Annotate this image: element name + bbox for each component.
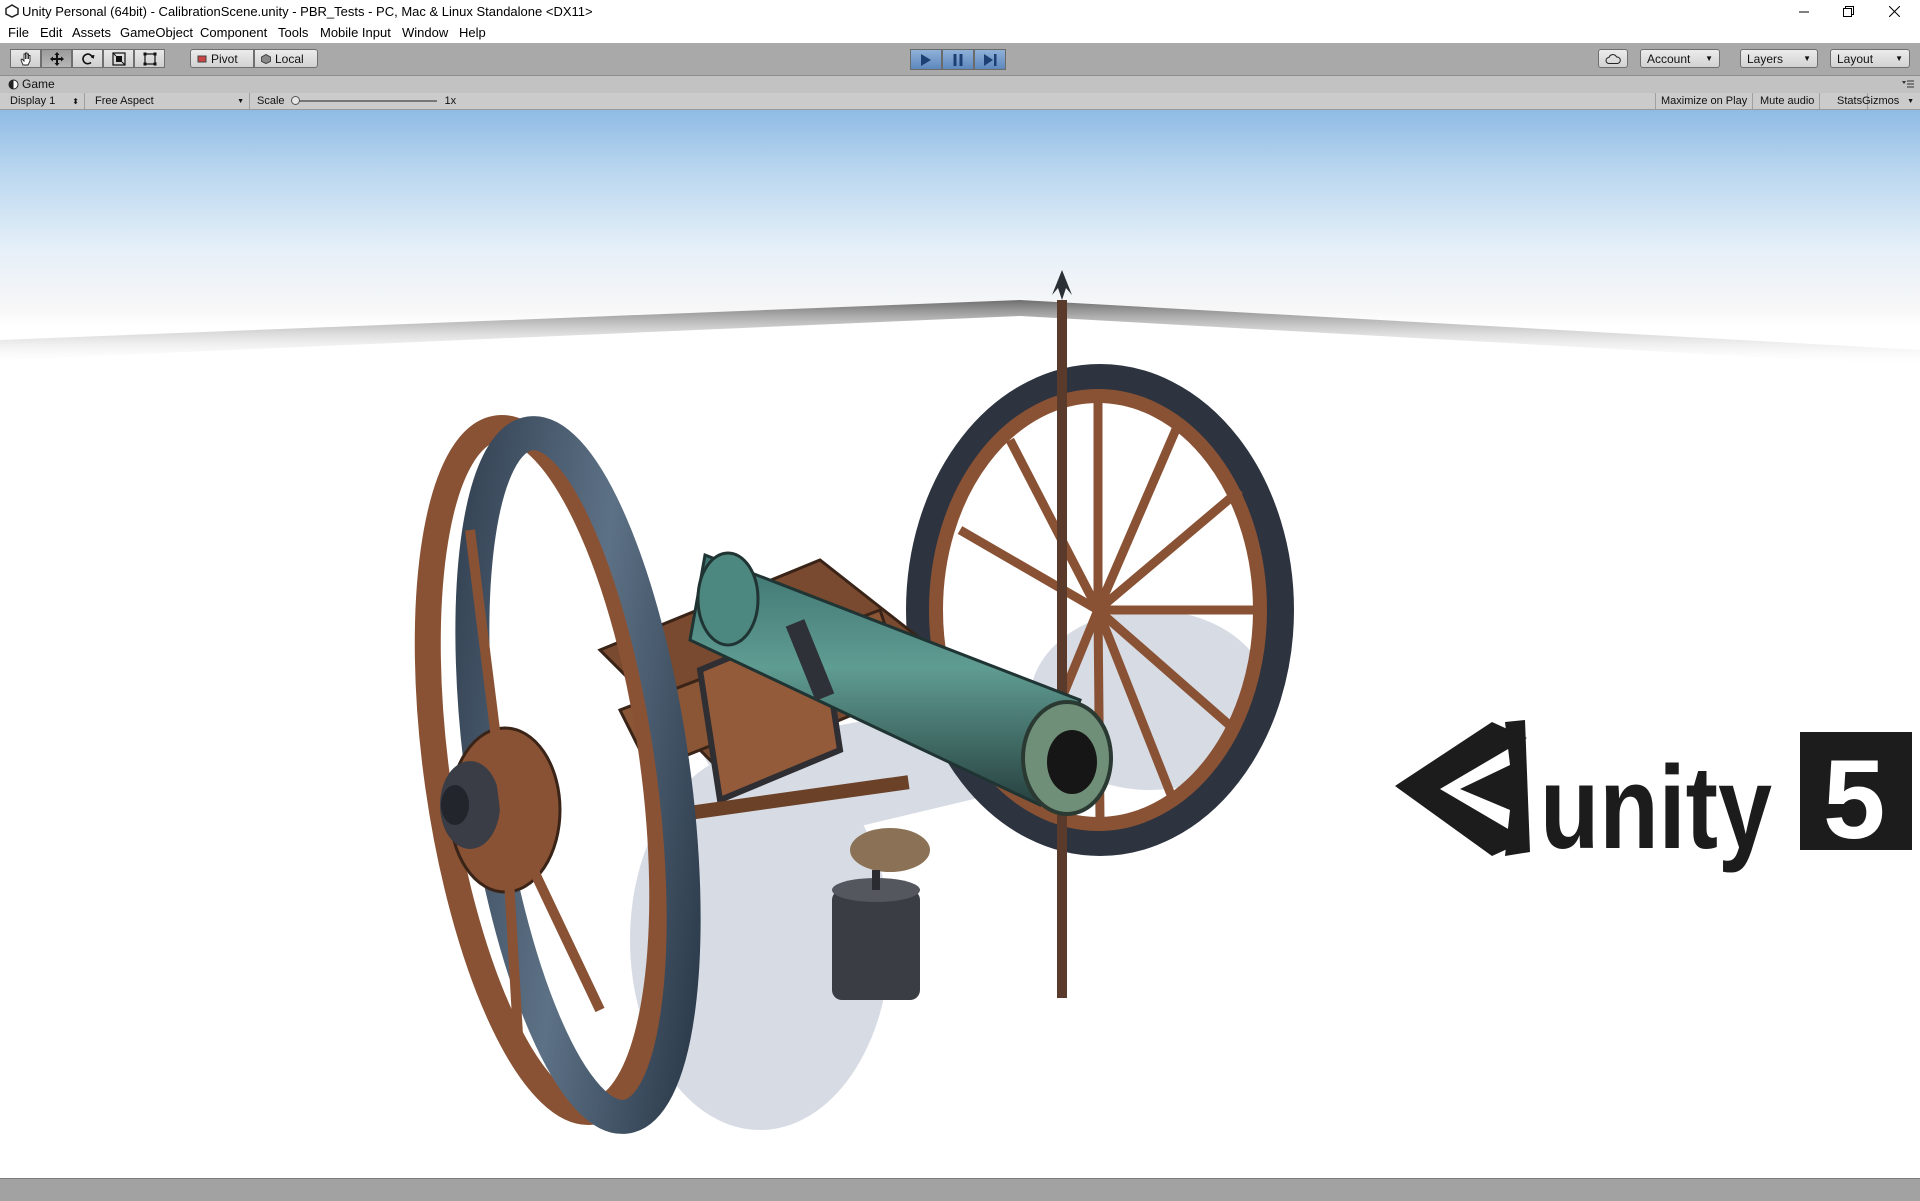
pivot-label: Pivot bbox=[211, 51, 238, 66]
menu-gameobject[interactable]: GameObject bbox=[120, 25, 193, 40]
local-label: Local bbox=[275, 51, 304, 66]
game-view-controls: Display 1 ⬍ Free Aspect ▼ Scale 1x Maxim… bbox=[0, 93, 1920, 110]
hand-icon bbox=[19, 52, 30, 65]
account-dropdown[interactable]: Account ▼ bbox=[1640, 49, 1720, 68]
unity-app-icon bbox=[5, 4, 19, 18]
chevron-down-icon: ▼ bbox=[237, 97, 244, 105]
pause-button[interactable] bbox=[942, 49, 974, 70]
close-icon bbox=[1888, 5, 1900, 17]
aspect-dropdown[interactable]: Free Aspect ▼ bbox=[90, 93, 250, 109]
chevron-down-icon: ▼ bbox=[1907, 97, 1914, 105]
logo-word: unity bbox=[1540, 742, 1772, 874]
step-button[interactable] bbox=[974, 49, 1006, 70]
status-bar bbox=[0, 1178, 1920, 1201]
aspect-label: Free Aspect bbox=[95, 95, 154, 107]
layers-dropdown[interactable]: Layers ▼ bbox=[1740, 49, 1818, 68]
play-button[interactable] bbox=[910, 49, 942, 70]
menu-file[interactable]: File bbox=[8, 25, 29, 40]
layout-label: Layout bbox=[1837, 51, 1874, 66]
game-view-icon bbox=[8, 79, 19, 90]
minimize-icon bbox=[1799, 11, 1809, 13]
rotate-tool-button[interactable] bbox=[72, 49, 103, 68]
gizmos-label: Gizmos bbox=[1862, 95, 1900, 107]
menu-component[interactable]: Component bbox=[200, 25, 267, 40]
gizmos-dropdown[interactable]: Gizmos ▼ bbox=[1857, 93, 1919, 109]
menu-bar: File Edit Assets GameObject Component To… bbox=[0, 22, 1920, 43]
layers-label: Layers bbox=[1747, 51, 1784, 66]
chevron-down-icon: ▼ bbox=[1803, 54, 1811, 63]
tab-menu-icon[interactable] bbox=[1902, 80, 1914, 89]
main-toolbar: Pivot Local Account ▼ Layers ▼ Layout ▼ bbox=[0, 43, 1920, 76]
layout-dropdown[interactable]: Layout ▼ bbox=[1830, 49, 1910, 68]
scale-control: Scale 1x bbox=[252, 93, 462, 109]
menu-tools[interactable]: Tools bbox=[278, 25, 308, 40]
close-button[interactable] bbox=[1872, 0, 1916, 22]
step-icon bbox=[983, 53, 996, 66]
window-titlebar: Unity Personal (64bit) - CalibrationScen… bbox=[0, 0, 1920, 22]
rect-tool-icon bbox=[143, 52, 156, 65]
maximize-on-play-toggle[interactable]: Maximize on Play bbox=[1655, 93, 1754, 109]
menu-mobile-input[interactable]: Mobile Input bbox=[320, 25, 391, 40]
menu-assets[interactable]: Assets bbox=[72, 25, 111, 40]
mute-audio-toggle[interactable]: Mute audio bbox=[1755, 93, 1821, 109]
window-title: Unity Personal (64bit) - CalibrationScen… bbox=[22, 4, 593, 19]
updown-icon: ⬍ bbox=[72, 96, 79, 106]
move-tool-button[interactable] bbox=[41, 49, 72, 68]
cloud-services-button[interactable] bbox=[1598, 49, 1628, 68]
pivot-icon bbox=[197, 55, 207, 62]
scale-value: 1x bbox=[444, 95, 457, 107]
game-tab-bar: Game bbox=[0, 76, 1920, 93]
scene-render: unity 5 bbox=[0, 270, 1920, 1178]
pause-icon bbox=[953, 53, 963, 66]
local-toggle[interactable]: Local bbox=[254, 49, 318, 68]
menu-window[interactable]: Window bbox=[402, 25, 448, 40]
scale-tool-button[interactable] bbox=[103, 49, 134, 68]
scale-slider[interactable] bbox=[290, 93, 437, 109]
account-label: Account bbox=[1647, 51, 1691, 66]
tab-game[interactable]: Game bbox=[22, 77, 55, 91]
display-label: Display 1 bbox=[10, 95, 56, 107]
scale-icon bbox=[111, 51, 126, 66]
scale-slider-track bbox=[290, 100, 437, 102]
menu-help[interactable]: Help bbox=[459, 25, 486, 40]
rotate-icon bbox=[81, 52, 94, 65]
mute-label: Mute audio bbox=[1760, 95, 1815, 107]
cloud-icon bbox=[1605, 53, 1621, 64]
bucket bbox=[832, 870, 920, 1000]
restore-icon bbox=[1842, 5, 1854, 17]
game-viewport[interactable]: unity 5 bbox=[0, 110, 1920, 1178]
chevron-down-icon: ▼ bbox=[1705, 54, 1713, 63]
restore-button[interactable] bbox=[1826, 0, 1870, 22]
maximize-label: Maximize on Play bbox=[1661, 95, 1748, 107]
scale-label: Scale bbox=[257, 95, 285, 107]
scale-slider-thumb[interactable] bbox=[290, 96, 300, 105]
hand-tool-button[interactable] bbox=[10, 49, 41, 68]
pivot-toggle[interactable]: Pivot bbox=[190, 49, 254, 68]
rect-tool-button[interactable] bbox=[134, 49, 165, 68]
display-dropdown[interactable]: Display 1 ⬍ bbox=[5, 93, 85, 109]
chevron-down-icon: ▼ bbox=[1895, 54, 1903, 63]
play-icon bbox=[921, 53, 931, 66]
menu-edit[interactable]: Edit bbox=[40, 25, 62, 40]
local-icon bbox=[261, 53, 271, 64]
minimize-button[interactable] bbox=[1782, 0, 1826, 22]
logo-number: 5 bbox=[1823, 737, 1885, 862]
move-icon bbox=[49, 51, 64, 66]
